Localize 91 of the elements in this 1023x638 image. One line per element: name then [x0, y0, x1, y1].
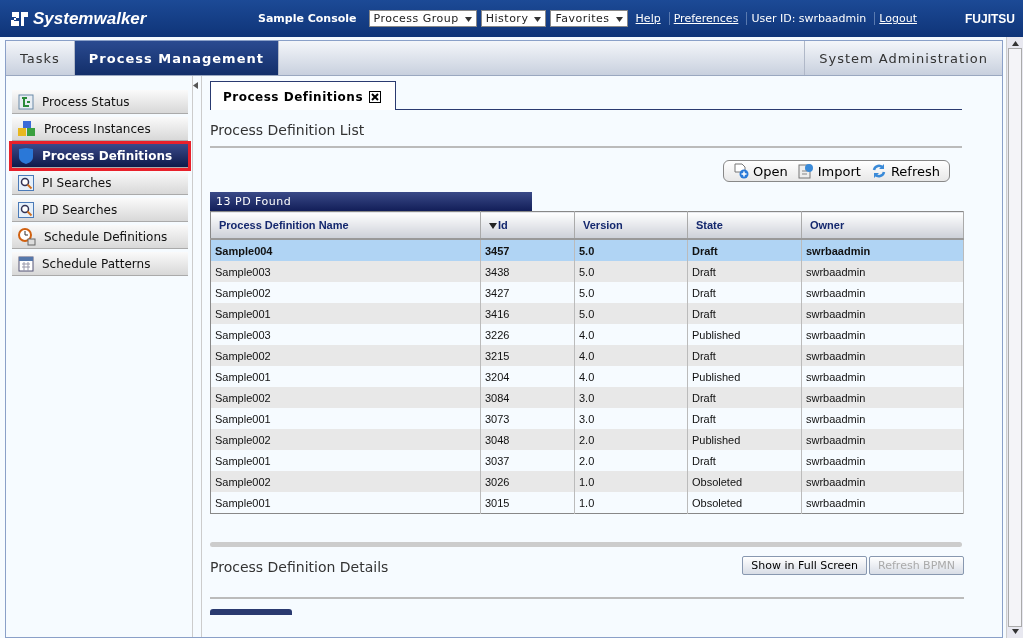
sidebar-item[interactable]: PD Searches — [12, 198, 188, 222]
table-cell: Obsoleted — [687, 492, 802, 514]
table-cell: swrbaadmin — [801, 239, 964, 261]
table-cell: 1.0 — [574, 492, 688, 514]
table-cell: 3215 — [480, 345, 575, 366]
table-cell: Sample002 — [210, 387, 481, 408]
shield-icon — [18, 146, 34, 165]
header-link[interactable]: Preferences — [668, 12, 743, 25]
column-header[interactable]: Owner — [801, 211, 964, 239]
table-cell: 2.0 — [574, 429, 688, 450]
sidebar-item[interactable]: Schedule Definitions — [12, 225, 188, 249]
dropdown-menu[interactable]: Favorites — [550, 10, 628, 27]
caret-icon — [534, 16, 542, 22]
search-icon — [18, 201, 34, 218]
app-logo: Systemwalker — [33, 8, 147, 29]
sidebar-item[interactable]: PI Searches — [12, 171, 188, 195]
table-cell: 4.0 — [574, 345, 688, 366]
flow-chart-icon — [18, 93, 34, 110]
console-title: Sample Console — [258, 12, 357, 25]
sidebar-item[interactable]: Process Definitions — [12, 144, 188, 168]
table-cell: Draft — [687, 345, 802, 366]
resize-handle[interactable] — [210, 542, 962, 547]
nav-tab[interactable]: Process Management — [74, 41, 279, 75]
nav-tab[interactable]: Tasks — [6, 41, 75, 75]
table-cell: Sample001 — [210, 492, 481, 514]
table-cell: 1.0 — [574, 471, 688, 492]
table-cell: Obsoleted — [687, 471, 802, 492]
column-header[interactable]: State — [687, 211, 802, 239]
sidebar-item[interactable]: Process Instances — [12, 117, 188, 141]
dropdown-menu[interactable]: Process Group — [368, 10, 477, 27]
table-cell: swrbaadmin — [801, 471, 964, 492]
table-cell: 3438 — [480, 261, 575, 282]
nav-tab[interactable]: System Administration — [804, 41, 1002, 75]
document-plus-icon — [733, 163, 749, 179]
logo-icon — [10, 9, 30, 28]
table-cell: 3048 — [480, 429, 575, 450]
sort-descending-icon — [489, 223, 497, 229]
table-cell: Draft — [687, 303, 802, 324]
dropdown-menu[interactable]: History — [480, 10, 547, 27]
column-header[interactable]: Id — [480, 211, 575, 239]
table-cell: Draft — [687, 387, 802, 408]
document-import-icon — [797, 163, 814, 179]
table-cell: Sample002 — [210, 471, 481, 492]
content-tab[interactable]: Process Definitions — [210, 81, 397, 110]
scroll-up-icon[interactable] — [1011, 41, 1019, 46]
scrollbar[interactable] — [1006, 37, 1023, 638]
table-cell: swrbaadmin — [801, 492, 964, 514]
table-cell: Sample003 — [210, 261, 481, 282]
table-cell: 5.0 — [574, 303, 688, 324]
cubes-icon — [18, 120, 36, 137]
table-cell: swrbaadmin — [801, 261, 964, 282]
calendar-icon — [18, 255, 34, 272]
table-cell: Draft — [687, 261, 802, 282]
sidebar-item[interactable]: Schedule Patterns — [12, 252, 188, 276]
header-link[interactable]: Help — [631, 12, 665, 25]
table-cell: 5.0 — [574, 261, 688, 282]
user-id: User ID: swrbaadmin — [746, 12, 871, 25]
action-button[interactable]: Show in Full Screen — [742, 555, 868, 575]
table-cell: swrbaadmin — [801, 429, 964, 450]
refresh-icon — [870, 163, 887, 179]
header-link[interactable]: Logout — [874, 12, 921, 25]
table-cell: swrbaadmin — [801, 387, 964, 408]
section-title: Process Definition List — [210, 122, 366, 138]
collapse-arrow-icon[interactable] — [193, 82, 198, 89]
table-cell: Sample001 — [210, 303, 481, 324]
table-cell: 3015 — [480, 492, 575, 514]
column-header[interactable]: Process Definition Name — [210, 211, 481, 239]
caret-icon — [615, 16, 623, 22]
table-cell: Published — [687, 429, 802, 450]
column-header[interactable]: Version — [574, 211, 688, 239]
scroll-down-icon[interactable] — [1011, 629, 1019, 634]
table-cell: 3416 — [480, 303, 575, 324]
sidebar-item[interactable]: Process Status — [12, 90, 188, 114]
table-cell: 3084 — [480, 387, 575, 408]
table-cell: 3.0 — [574, 387, 688, 408]
table-cell: swrbaadmin — [801, 345, 964, 366]
toolbar-button[interactable]: Import — [792, 162, 866, 180]
table-cell: swrbaadmin — [801, 303, 964, 324]
table-cell: 3026 — [480, 471, 575, 492]
table-cell: Sample002 — [210, 345, 481, 366]
table-cell: Sample004 — [210, 239, 481, 261]
toolbar-button[interactable]: Refresh — [865, 162, 945, 180]
toolbar-button[interactable]: Open — [728, 162, 793, 180]
caret-icon — [464, 16, 472, 22]
results-count-bar: 13 PD Found — [210, 192, 532, 211]
close-icon[interactable] — [369, 91, 382, 103]
brand-logo: FUJITSU — [965, 11, 1015, 26]
table-cell: Sample002 — [210, 429, 481, 450]
clock-icon — [18, 227, 36, 246]
section-title: Process Definition Details — [210, 559, 389, 575]
search-icon — [18, 174, 34, 191]
